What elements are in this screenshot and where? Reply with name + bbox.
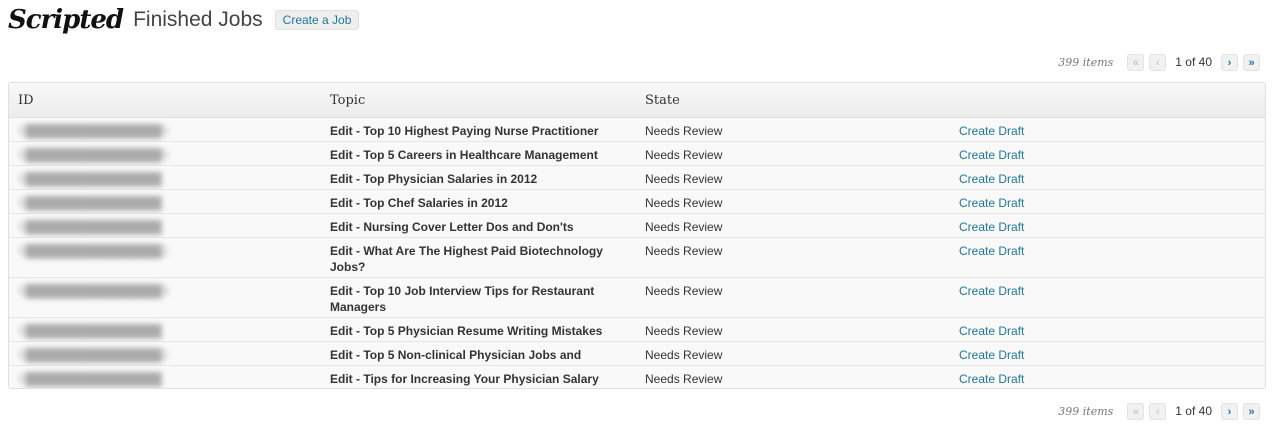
page-title: Finished Jobs: [133, 8, 263, 31]
create-draft-link[interactable]: Create Draft: [959, 147, 1024, 163]
table-row: 5████████████████ Edit - Nursing Cover Le…: [9, 214, 1265, 238]
header: Scripted Finished Jobs Create a Job: [8, 4, 360, 36]
first-page-button[interactable]: «: [1127, 53, 1145, 71]
prev-page-button[interactable]: ‹: [1149, 402, 1167, 420]
job-id: 5████████████████: [19, 220, 162, 234]
job-topic[interactable]: Edit - Tips for Increasing Your Physicia…: [330, 371, 620, 387]
create-job-button[interactable]: Create a Job: [274, 10, 360, 30]
job-state: Needs Review: [645, 148, 723, 162]
job-topic[interactable]: Edit - Nursing Cover Letter Dos and Don'…: [330, 219, 620, 235]
job-topic[interactable]: Edit - Top 5 Careers in Healthcare Manag…: [330, 147, 620, 163]
job-id: 5████████████████: [19, 196, 162, 210]
create-draft-link[interactable]: Create Draft: [959, 347, 1024, 363]
job-state: Needs Review: [645, 284, 723, 298]
pagination-top: 399 items « ‹ 1 of 40 › »: [1058, 52, 1265, 72]
create-draft-link[interactable]: Create Draft: [959, 323, 1024, 339]
table-row: 5████████████████ Edit - Top 5 Physician …: [9, 318, 1265, 342]
job-state: Needs Review: [645, 124, 723, 138]
items-count: 399 items: [1058, 404, 1114, 418]
create-draft-link[interactable]: Create Draft: [959, 219, 1024, 235]
job-state: Needs Review: [645, 372, 723, 386]
last-page-button[interactable]: »: [1243, 53, 1260, 71]
scripted-logo[interactable]: Scripted: [8, 5, 124, 35]
prev-page-button[interactable]: ‹: [1149, 53, 1167, 71]
job-id: 5████████████████: [19, 324, 162, 338]
items-count: 399 items: [1058, 55, 1114, 69]
first-page-button[interactable]: «: [1127, 402, 1145, 420]
column-header-id[interactable]: ID: [18, 93, 34, 108]
job-state: Needs Review: [645, 244, 723, 258]
create-draft-link[interactable]: Create Draft: [959, 195, 1024, 211]
table-row: 5████████████████ Edit - Top Chef Salarie…: [9, 190, 1265, 214]
create-draft-link[interactable]: Create Draft: [959, 243, 1024, 259]
create-draft-link[interactable]: Create Draft: [959, 171, 1024, 187]
job-id: 5████████████████: [19, 172, 162, 186]
column-header-state[interactable]: State: [645, 93, 680, 108]
table-row: 5████████████████0 Edit - Top 5 Careers i…: [9, 142, 1265, 166]
job-state: Needs Review: [645, 348, 723, 362]
job-state: Needs Review: [645, 196, 723, 210]
next-page-button[interactable]: ›: [1221, 402, 1238, 420]
table-row: 5████████████████9 Edit - Top 10 Job Inte…: [9, 278, 1265, 318]
job-topic[interactable]: Edit - Top Physician Salaries in 2012: [330, 171, 620, 187]
table-header: ID Topic State: [9, 83, 1265, 118]
job-id: 5████████████████9: [19, 284, 169, 298]
table-row: 5████████████████ Edit - Tips for Increas…: [9, 366, 1265, 388]
job-id: 5████████████████2: [19, 244, 169, 258]
table-row: 5████████████████2 Edit - What Are The Hi…: [9, 238, 1265, 278]
job-state: Needs Review: [645, 324, 723, 338]
last-page-button[interactable]: »: [1243, 402, 1260, 420]
table-row: 5████████████████ Edit - Top Physician Sa…: [9, 166, 1265, 190]
create-draft-link[interactable]: Create Draft: [959, 283, 1024, 299]
job-state: Needs Review: [645, 172, 723, 186]
column-header-topic[interactable]: Topic: [330, 93, 365, 108]
job-id: 5████████████████: [19, 372, 162, 386]
page-indicator: 1 of 40: [1175, 55, 1212, 69]
pagination-bottom: 399 items « ‹ 1 of 40 › »: [1058, 401, 1265, 421]
job-topic[interactable]: Edit - Top 5 Physician Resume Writing Mi…: [330, 323, 620, 339]
job-state: Needs Review: [645, 220, 723, 234]
page-indicator: 1 of 40: [1175, 404, 1212, 418]
create-draft-link[interactable]: Create Draft: [959, 123, 1024, 139]
job-id: 5████████████████0: [19, 148, 169, 162]
jobs-table: ID Topic State 5████████████████0 Edit - …: [8, 82, 1266, 389]
table-row: 5████████████████2 Edit - Top 5 Non-clini…: [9, 342, 1265, 378]
table-row: 5████████████████0 Edit - Top 10 Highest …: [9, 118, 1265, 154]
job-topic[interactable]: Edit - Top 10 Job Interview Tips for Res…: [330, 283, 620, 315]
job-id: 5████████████████2: [19, 348, 169, 362]
job-topic[interactable]: Edit - Top Chef Salaries in 2012: [330, 195, 620, 211]
table-body: 5████████████████0 Edit - Top 10 Highest …: [9, 118, 1265, 388]
job-topic[interactable]: Edit - What Are The Highest Paid Biotech…: [330, 243, 620, 275]
next-page-button[interactable]: ›: [1221, 53, 1238, 71]
create-draft-link[interactable]: Create Draft: [959, 371, 1024, 387]
job-id: 5████████████████0: [19, 124, 169, 138]
